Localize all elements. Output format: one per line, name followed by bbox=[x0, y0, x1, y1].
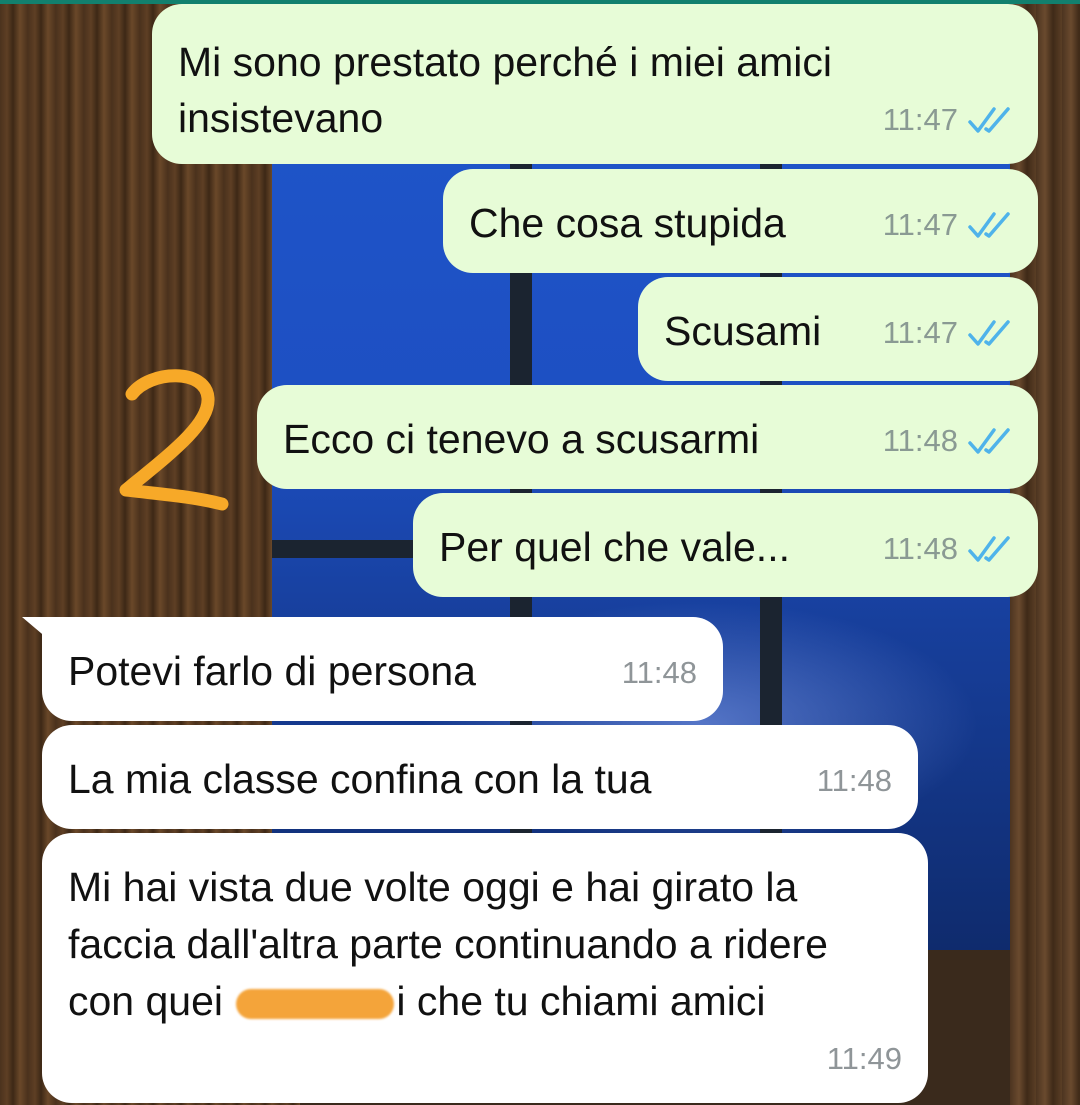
double-check-read-icon bbox=[968, 212, 1010, 238]
message-bubble-incoming[interactable]: Potevi farlo di persona 11:48 bbox=[22, 617, 723, 721]
double-check-read-icon bbox=[968, 107, 1010, 133]
message-meta: 11:49 bbox=[827, 1031, 902, 1087]
message-meta: 11:48 bbox=[622, 645, 697, 701]
bubble-tail bbox=[22, 617, 48, 639]
message-bubble-outgoing[interactable]: Per quel che vale... 11:48 bbox=[413, 493, 1038, 597]
annotation-number bbox=[110, 362, 230, 517]
message-meta: 11:47 bbox=[883, 305, 1012, 361]
message-bubble-incoming[interactable]: La mia classe confina con la tua 11:48 bbox=[42, 725, 918, 829]
message-meta: 11:48 bbox=[883, 413, 1012, 469]
message-text: Mi hai vista due volte oggi e hai girato… bbox=[68, 859, 888, 1030]
message-time: 11:47 bbox=[882, 102, 958, 137]
double-check-read-icon bbox=[968, 320, 1010, 346]
message-time: 11:47 bbox=[882, 315, 958, 350]
message-meta: 11:48 bbox=[817, 753, 892, 809]
message-meta: 11:48 bbox=[883, 521, 1012, 577]
double-check-read-icon bbox=[968, 428, 1010, 454]
annotation-2-icon bbox=[119, 369, 229, 511]
message-text: Potevi farlo di persona bbox=[68, 648, 476, 694]
message-time: 11:48 bbox=[882, 531, 958, 566]
message-bubble-incoming[interactable]: Mi hai vista due volte oggi e hai girato… bbox=[42, 833, 928, 1103]
message-bubble-outgoing[interactable]: Mi sono prestato perché i miei amici ins… bbox=[152, 4, 1038, 164]
message-time: 11:48 bbox=[882, 423, 958, 458]
redaction-scribble bbox=[236, 989, 395, 1020]
message-time: 11:48 bbox=[621, 655, 697, 690]
message-bubble-outgoing[interactable]: Che cosa stupida 11:47 bbox=[443, 169, 1038, 273]
message-meta: 11:47 bbox=[883, 92, 1012, 148]
message-time: 11:49 bbox=[826, 1041, 902, 1076]
message-bubble-outgoing[interactable]: Scusami 11:47 bbox=[638, 277, 1038, 381]
message-time: 11:48 bbox=[816, 763, 892, 798]
double-check-read-icon bbox=[968, 536, 1010, 562]
message-text: La mia classe confina con la tua bbox=[68, 756, 652, 802]
message-text: Mi sono prestato perché i miei amici ins… bbox=[178, 39, 832, 141]
message-meta: 11:47 bbox=[883, 197, 1012, 253]
message-text-after-redaction: i che tu chiami amici bbox=[396, 978, 766, 1024]
message-bubble-outgoing[interactable]: Ecco ci tenevo a scusarmi 11:48 bbox=[257, 385, 1038, 489]
message-time: 11:47 bbox=[882, 207, 958, 242]
